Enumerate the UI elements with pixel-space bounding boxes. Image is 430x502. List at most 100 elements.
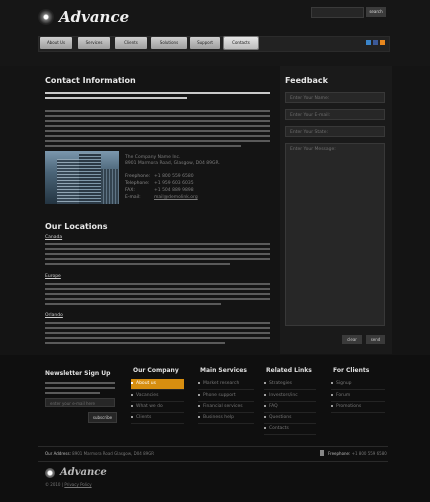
twitter-icon[interactable] xyxy=(366,40,371,45)
copyright: © 2010 | Privacy Policy xyxy=(45,482,92,487)
text-line xyxy=(45,392,100,394)
text-line xyxy=(45,135,270,137)
footer-link-promotions[interactable]: Promotions xyxy=(331,402,385,413)
logo-text: Advance xyxy=(59,8,130,26)
office-building-image xyxy=(45,151,119,204)
company-name: The Company Name Inc. xyxy=(125,155,181,160)
footer-link-strategies[interactable]: Strategies xyxy=(264,379,316,390)
company-street: 8901 Marmora Road, Glasgow, D04 89GR. xyxy=(125,161,220,166)
footer-link-vacancies[interactable]: Vacancies xyxy=(131,391,184,402)
location-orlando[interactable]: Orlando xyxy=(45,313,63,318)
state-field[interactable]: Enter Your State: xyxy=(285,126,385,137)
location-canada[interactable]: Canada xyxy=(45,235,62,240)
footer-link-questions[interactable]: Questions xyxy=(264,413,316,424)
message-field[interactable]: Enter Your Message: xyxy=(285,143,385,326)
footer-link-about-us[interactable]: About us xyxy=(131,379,184,390)
intro-link-line[interactable] xyxy=(45,92,270,94)
main-services-title: Main Services xyxy=(200,367,247,374)
footer-link-business-help[interactable]: Business help xyxy=(198,413,254,424)
footer-divider xyxy=(38,461,388,462)
location-europe[interactable]: Europe xyxy=(45,274,61,279)
text-line xyxy=(45,115,270,117)
text-line xyxy=(45,327,270,329)
fax-label: FAX: xyxy=(125,188,135,193)
related-links-title: Related Links xyxy=(266,367,312,374)
text-line xyxy=(45,130,270,132)
locations-title: Our Locations xyxy=(45,222,108,231)
footer-link-market-research[interactable]: Market research xyxy=(198,379,254,390)
text-line xyxy=(45,288,270,290)
freephone-label: Freephone: xyxy=(125,174,151,179)
fax-value: +1 504 889 9898 xyxy=(154,188,194,193)
footer-logo[interactable]: Advance xyxy=(45,467,107,478)
privacy-policy-link[interactable]: Privacy Policy xyxy=(64,482,91,487)
search-input[interactable] xyxy=(311,7,364,18)
facebook-icon[interactable] xyxy=(373,40,378,45)
text-line xyxy=(45,382,115,384)
logo-text: Advance xyxy=(60,467,107,478)
subscribe-button[interactable]: subscribe xyxy=(88,412,117,423)
text-line xyxy=(45,263,230,265)
logo[interactable]: Advance xyxy=(38,8,129,26)
text-line xyxy=(45,140,270,142)
text-line xyxy=(45,298,270,300)
clear-button[interactable]: clear xyxy=(342,335,362,344)
telephone-value: +1 959 603 6035 xyxy=(154,181,194,186)
nav-item-about-us[interactable]: About Us xyxy=(40,37,72,49)
for-clients-title: For Clients xyxy=(333,367,370,374)
telephone-label: Telephone: xyxy=(125,181,150,186)
text-line xyxy=(45,253,270,255)
rss-icon[interactable] xyxy=(380,40,385,45)
text-line xyxy=(45,337,270,339)
search-button[interactable]: search xyxy=(366,7,386,17)
email-link[interactable]: mail@demolink.org xyxy=(154,195,198,200)
footer-link-phone-support[interactable]: Phone support xyxy=(198,391,254,402)
text-line xyxy=(45,303,221,305)
nav-item-solutions[interactable]: Solutions xyxy=(151,37,187,49)
nav-item-contacts[interactable]: Contacts xyxy=(224,37,258,49)
newsletter-title: Newsletter Sign Up xyxy=(45,370,111,377)
text-line xyxy=(45,258,270,260)
text-line xyxy=(45,283,270,285)
text-line xyxy=(45,322,270,324)
nav-item-services[interactable]: Services xyxy=(78,37,110,49)
logo-icon xyxy=(45,467,55,478)
email-label: E-mail: xyxy=(125,195,141,200)
text-line xyxy=(45,145,241,147)
footer-address: Our Address: 8901 Marmora Road Glasgow, … xyxy=(45,451,155,456)
footer-link-forum[interactable]: Forum xyxy=(331,391,385,402)
phone-icon xyxy=(320,450,324,456)
intro-link-line[interactable] xyxy=(45,97,187,99)
footer-link-what-we-do[interactable]: What we do xyxy=(131,402,184,413)
freephone-value: +1 800 559 6580 xyxy=(154,174,194,179)
text-line xyxy=(45,125,270,127)
feedback-title: Feedback xyxy=(285,76,328,85)
logo-icon xyxy=(38,9,54,25)
footer-link-financial-services[interactable]: Financial services xyxy=(198,402,254,413)
header: Advance search About Us Services Clients… xyxy=(0,0,430,66)
contact-title: Contact Information xyxy=(45,76,136,85)
footer-divider xyxy=(38,446,388,447)
text-line xyxy=(45,243,270,245)
footer-link-contacts[interactable]: Contacts xyxy=(264,424,316,435)
text-line xyxy=(45,342,225,344)
footer-link-investors[interactable]: Investors/inc xyxy=(264,391,316,402)
text-line xyxy=(45,120,270,122)
nav-item-clients[interactable]: Clients xyxy=(115,37,147,49)
footer xyxy=(0,355,430,502)
footer-link-faq[interactable]: FAQ xyxy=(264,402,316,413)
our-company-title: Our Company xyxy=(133,367,179,374)
text-line xyxy=(45,110,270,112)
email-field[interactable]: Enter Your E-mail: xyxy=(285,109,385,120)
footer-link-clients[interactable]: Clients xyxy=(131,413,184,424)
text-line xyxy=(45,332,270,334)
text-line xyxy=(45,248,270,250)
footer-link-signup[interactable]: Signup xyxy=(331,379,385,390)
footer-phone: Freephone: +1 800 559 6580 xyxy=(328,451,387,456)
newsletter-email-input[interactable]: enter your e-mail here xyxy=(45,398,115,407)
text-line xyxy=(45,293,270,295)
send-button[interactable]: send xyxy=(366,335,385,344)
nav-item-support[interactable]: Support xyxy=(190,37,220,49)
text-line xyxy=(45,387,115,389)
name-field[interactable]: Enter Your Name: xyxy=(285,92,385,103)
